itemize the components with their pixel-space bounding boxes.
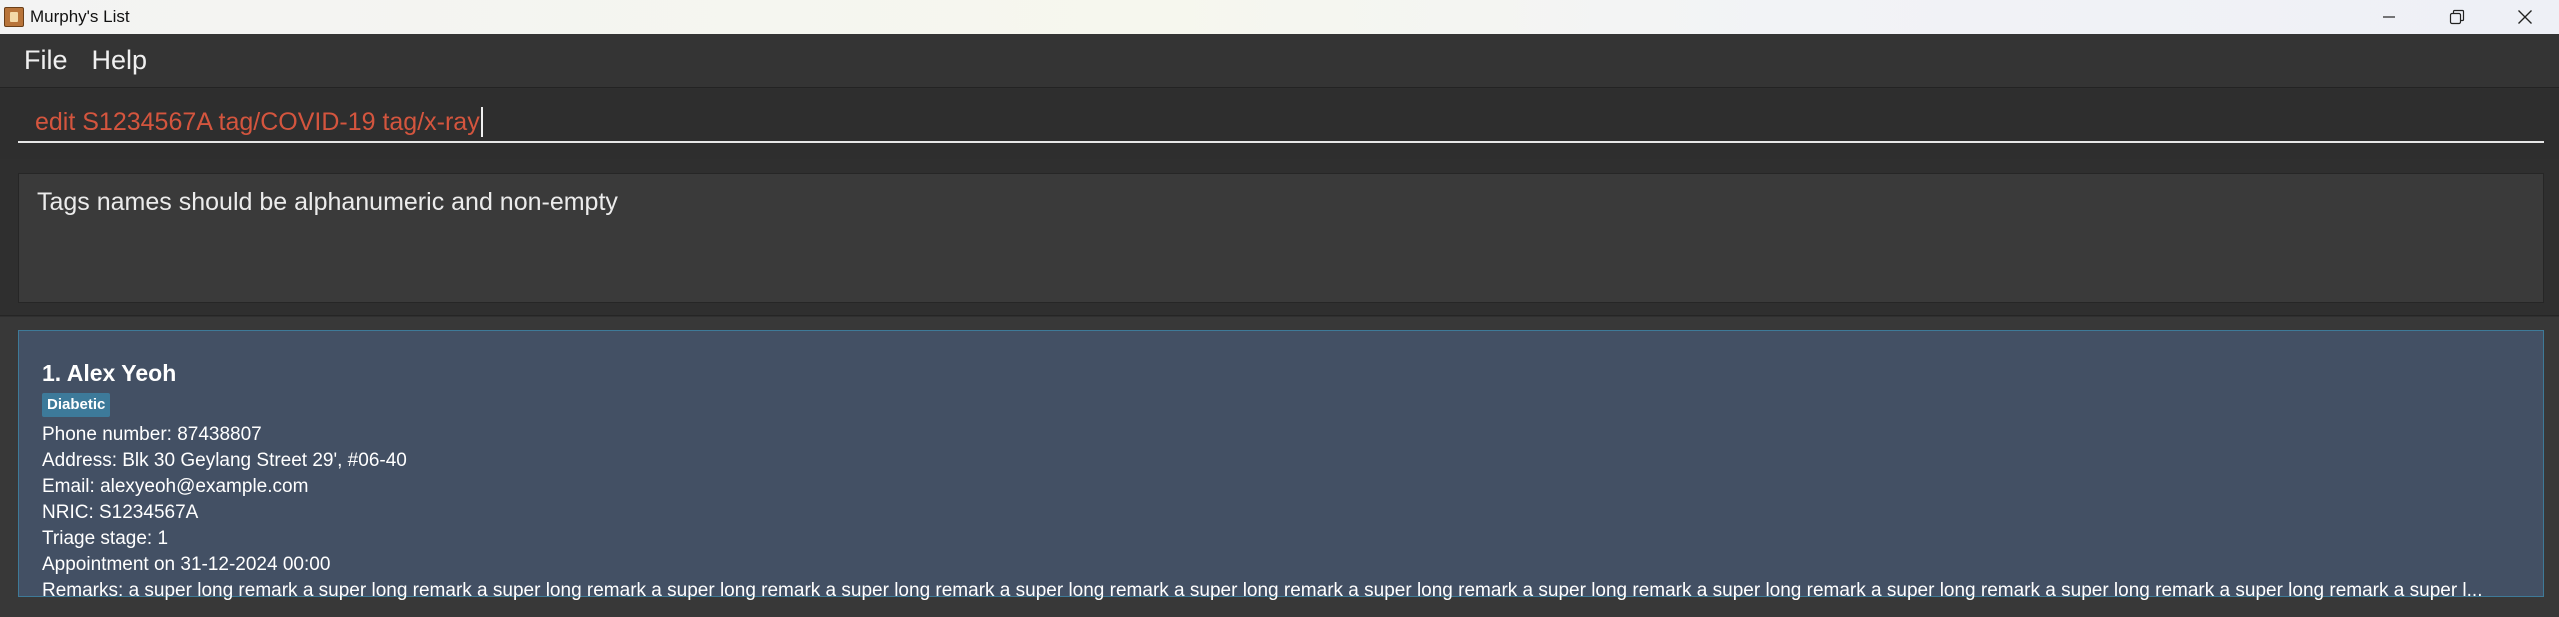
nric-field: NRIC: S1234567A <box>42 502 199 523</box>
email-field: Email: alexyeoh@example.com <box>42 476 309 497</box>
menu-bar: File Help <box>0 34 2559 88</box>
triage-field: Triage stage: 1 <box>42 528 169 549</box>
result-display[interactable]: Tags names should be alphanumeric and no… <box>18 173 2544 303</box>
command-text: edit S1234567A tag/COVID-19 tag/x-ray <box>35 107 480 136</box>
appointment-field: Appointment on 31-12-2024 00:00 <box>42 554 331 575</box>
command-box: edit S1234567A tag/COVID-19 tag/x-ray <box>0 89 2559 159</box>
person-name: 1. Alex Yeoh <box>42 360 177 386</box>
window-title: Murphy's List <box>30 7 130 26</box>
phone-field: Phone number: 87438807 <box>42 424 262 445</box>
tag-list: Diabetic <box>42 393 2521 417</box>
close-icon <box>2517 9 2533 25</box>
person-list[interactable]: 1. Alex Yeoh Diabetic Phone number: 8743… <box>0 317 2559 617</box>
minimize-icon <box>2382 10 2396 24</box>
menu-file[interactable]: File <box>0 34 80 87</box>
address-field: Address: Blk 30 Geylang Street 29', #06-… <box>42 450 407 471</box>
remarks-field: Remarks: a super long remark a super lon… <box>42 580 2483 601</box>
command-input[interactable]: edit S1234567A tag/COVID-19 tag/x-ray <box>18 103 2544 143</box>
text-caret <box>480 107 483 137</box>
person-card[interactable]: 1. Alex Yeoh Diabetic Phone number: 8743… <box>18 330 2544 601</box>
menu-help[interactable]: Help <box>80 34 160 87</box>
window-controls <box>2355 0 2559 34</box>
result-message: Tags names should be alphanumeric and no… <box>37 188 618 216</box>
minimize-button[interactable] <box>2355 0 2423 34</box>
restore-button[interactable] <box>2423 0 2491 34</box>
result-display-panel: Tags names should be alphanumeric and no… <box>0 159 2559 316</box>
tag-badge: Diabetic <box>42 393 111 417</box>
restore-icon <box>2449 9 2465 25</box>
app-icon <box>4 7 24 27</box>
close-button[interactable] <box>2491 0 2559 34</box>
title-bar: Murphy's List <box>0 0 2559 34</box>
